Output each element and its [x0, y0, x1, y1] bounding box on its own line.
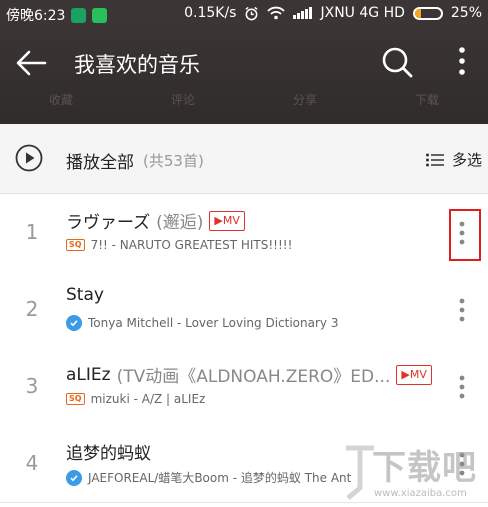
track-number: 2 — [25, 297, 39, 321]
play-icon[interactable] — [15, 144, 43, 172]
song-title-line: 追梦的蚂蚁 — [66, 439, 151, 464]
song-title: aLIEz — [66, 364, 111, 385]
highlight-box — [449, 209, 481, 261]
tab-download[interactable]: 下载 — [366, 91, 488, 117]
more-menu-icon[interactable] — [452, 43, 472, 79]
multiselect-button[interactable]: 多选 — [425, 149, 482, 170]
wifi-icon — [267, 6, 286, 20]
watermark-url: www.xiazaiba.com — [374, 488, 467, 499]
song-row[interactable]: 1 ラヴァーズ (邂逅) ▶ MV SQ 7!! - NARUTO GREATEST HIT… — [0, 194, 488, 272]
more-options-icon[interactable] — [452, 372, 472, 402]
song-alias: (邂逅) — [156, 213, 204, 233]
song-artist-album: SQ mizuki - A/Z | aLIEz — [66, 392, 205, 406]
alarm-icon — [245, 6, 259, 20]
song-title-line: aLIEz (TV动画《ALDNOAH.ZERO》ED... ▶ MV — [66, 362, 432, 387]
list-icon — [425, 153, 444, 166]
song-row[interactable]: 2 Stay Tonya Mitchell - Lover Loving Dicti… — [0, 271, 488, 349]
tab-collect[interactable]: 收藏 — [0, 91, 122, 117]
song-subtitle: JAEFOREAL/蜡笔大Boom - 追梦的蚂蚁 The Ant — [88, 471, 352, 485]
more-options-icon[interactable] — [452, 295, 472, 325]
watermark-text: 下载吧 — [372, 448, 477, 488]
multiselect-label: 多选 — [451, 151, 482, 169]
play-all-label[interactable]: 播放全部 — [66, 148, 134, 173]
app-header: 我喜欢的音乐 收藏 评论 分享 下载 — [0, 27, 488, 124]
song-title: Stay — [66, 285, 104, 305]
carrier-label: JXNU 4G HD — [320, 5, 405, 21]
song-row[interactable]: 3 aLIEz (TV动画《ALDNOAH.ZERO》ED... ▶ MV SQ mizuk… — [0, 348, 488, 426]
network-speed: 0.15K/s — [184, 5, 237, 21]
track-number: 1 — [25, 220, 39, 244]
tab-share[interactable]: 分享 — [244, 91, 366, 117]
sq-badge: SQ — [66, 239, 85, 251]
mv-label: MV — [409, 367, 427, 381]
play-triangle-icon: ▶ — [214, 213, 223, 227]
song-artist-album: SQ 7!! - NARUTO GREATEST HITS!!!!! — [66, 238, 292, 252]
song-subtitle: 7!! - NARUTO GREATEST HITS!!!!! — [90, 238, 293, 252]
status-time: 傍晚6:23 — [6, 8, 66, 24]
mv-badge[interactable]: ▶ MV — [209, 210, 245, 231]
battery-percent: 25% — [450, 5, 482, 21]
song-title-line: Stay — [66, 285, 104, 305]
search-icon[interactable] — [380, 45, 414, 79]
song-title-line: ラヴァーズ (邂逅) ▶ MV — [66, 208, 245, 233]
song-title: ラヴァーズ — [66, 213, 151, 233]
track-number: 4 — [25, 451, 39, 475]
verified-check-icon — [66, 315, 82, 331]
song-subtitle: Tonya Mitchell - Lover Loving Dictionary… — [88, 316, 339, 330]
sq-badge: SQ — [66, 393, 85, 405]
status-bar: 傍晚6:23 0.15K/s JXNU 4G HD 25% — [0, 0, 488, 27]
page-title: 我喜欢的音乐 — [74, 53, 200, 77]
android-app-icon — [92, 7, 108, 23]
song-artist-album: JAEFOREAL/蜡笔大Boom - 追梦的蚂蚁 The Ant — [66, 469, 351, 486]
mv-badge[interactable]: ▶ MV — [396, 364, 432, 385]
song-count: (共53首) — [143, 152, 204, 170]
signal-icon — [293, 7, 313, 19]
song-alias: (TV动画《ALDNOAH.ZERO》ED... — [116, 367, 391, 387]
battery-icon — [412, 6, 443, 20]
play-all-bar[interactable]: 播放全部 (共53首) 多选 — [0, 124, 488, 194]
song-title: 追梦的蚂蚁 — [66, 444, 151, 464]
security-app-icon — [71, 7, 87, 23]
verified-check-icon — [66, 469, 82, 486]
mv-label: MV — [222, 213, 240, 227]
track-number: 3 — [25, 374, 39, 398]
tab-comment[interactable]: 评论 — [122, 91, 244, 117]
song-artist-album: Tonya Mitchell - Lover Loving Dictionary… — [66, 315, 338, 331]
play-triangle-icon: ▶ — [401, 367, 410, 381]
back-arrow-icon[interactable] — [14, 46, 48, 80]
song-subtitle: mizuki - A/Z | aLIEz — [90, 392, 206, 406]
header-tabs: 收藏 评论 分享 下载 — [0, 91, 488, 117]
